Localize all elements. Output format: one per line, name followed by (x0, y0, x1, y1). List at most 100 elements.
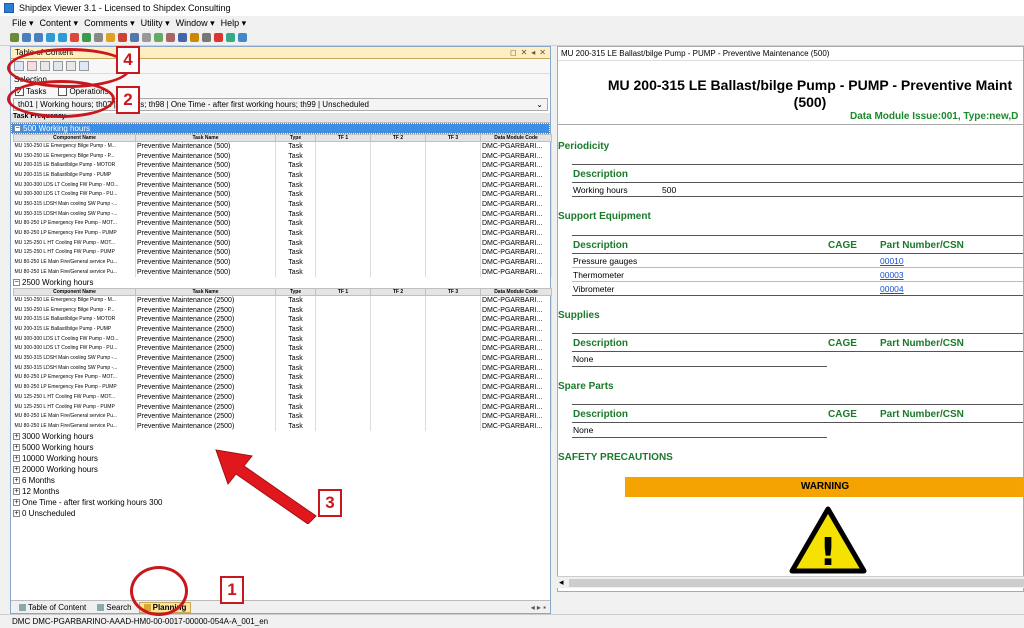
table-row[interactable]: MU 80-250 LE Main Fire/General service P… (13, 267, 552, 278)
tree-group[interactable]: −2500 Working hours (11, 277, 550, 288)
list-icon[interactable] (178, 33, 187, 42)
table-cell (425, 363, 481, 374)
panel-close-button[interactable]: ✕ (521, 48, 528, 57)
column-header[interactable]: Task Name (135, 288, 276, 297)
folder-icon[interactable] (106, 33, 115, 42)
panel-menu-button[interactable]: ◂ (531, 48, 535, 57)
menu-utility[interactable]: Utility ▾ (141, 18, 170, 29)
menu-comments[interactable]: Comments ▾ (84, 18, 135, 29)
support-row-part-link[interactable]: 00003 (880, 270, 904, 280)
table-row[interactable]: MU 350-315 LDSH Main cooling SW Pump -..… (13, 209, 552, 219)
document-horizontal-scrollbar[interactable]: ◂ (557, 576, 1024, 588)
menu-content[interactable]: Content ▾ (40, 18, 79, 29)
table-row[interactable]: MU 150-250 LE Emergency Bilge Pump - P..… (13, 305, 552, 315)
scroll-left-icon[interactable]: ◂ (559, 577, 564, 587)
column-header[interactable]: TF 3 (425, 288, 481, 297)
back-arrow-icon[interactable] (46, 33, 55, 42)
tree-group[interactable]: −500 Working hours (11, 123, 550, 134)
document-tab[interactable]: MU 200-315 LE Ballast/bilge Pump - PUMP … (558, 47, 1023, 61)
table-row[interactable]: MU 80-250 LP Emergency Fire Pump - MOT..… (13, 373, 552, 383)
table-row[interactable]: MU 125-250 L HT Cooling FW Pump - MOT...… (13, 392, 552, 403)
divider (558, 124, 1023, 125)
link-icon[interactable] (130, 33, 139, 42)
table-row[interactable]: MU 150-250 LE Emergency Bilge Pump - M..… (13, 295, 552, 306)
table-row[interactable]: MU 350-315 LDSH Main cooling SW Pump -..… (13, 363, 552, 374)
settings-icon[interactable] (202, 33, 211, 42)
table-row[interactable]: MU 300-300 LDS LT Cooling FW Pump - MO..… (13, 334, 552, 345)
stop-icon[interactable] (70, 33, 79, 42)
collapse-icon[interactable]: − (13, 279, 20, 287)
zoom-in-icon[interactable] (22, 33, 31, 42)
tab-navigation[interactable]: ◂ ▸ ▪ (531, 603, 546, 612)
column-header[interactable]: Data Module Code (480, 288, 552, 297)
table-row[interactable]: MU 300-300 LDS LT Cooling FW Pump - MO..… (13, 180, 552, 190)
tab-search[interactable]: Search (93, 603, 135, 612)
print-icon[interactable] (94, 33, 103, 42)
table-row[interactable]: MU 125-250 L HT Cooling FW Pump - PUMP Pr… (13, 402, 552, 412)
home-icon[interactable] (10, 33, 19, 42)
table-row[interactable]: MU 200-315 LE Ballast/bilge Pump - MOTOR… (13, 160, 552, 171)
expand-icon[interactable]: + (13, 444, 20, 452)
table-row[interactable]: MU 125-250 L HT Cooling FW Pump - PUMP Pr… (13, 248, 552, 258)
column-header[interactable]: TF 1 (315, 288, 371, 297)
column-header[interactable]: TF 1 (315, 134, 371, 142)
table-row[interactable]: MU 80-250 LP Emergency Fire Pump - PUMP P… (13, 228, 552, 239)
bookmark-icon[interactable] (118, 33, 127, 42)
column-header[interactable]: TF 2 (370, 288, 426, 297)
tree-group[interactable]: +3000 Working hours (11, 431, 550, 442)
table-row[interactable]: MU 300-300 LDS LT Cooling FW Pump - PU..… (13, 344, 552, 354)
zoom-out-icon[interactable] (34, 33, 43, 42)
support-row-part-link[interactable]: 00004 (880, 284, 904, 294)
table-cell (315, 257, 371, 268)
table-row[interactable]: MU 150-250 LE Emergency Bilge Pump - M..… (13, 141, 552, 152)
table-row[interactable]: MU 80-250 LP Emergency Fire Pump - PUMP P… (13, 382, 552, 393)
note-icon[interactable] (166, 33, 175, 42)
table-row[interactable]: MU 80-250 LE Main Fire/General service P… (13, 411, 552, 422)
menu-file[interactable]: File ▾ (12, 18, 34, 29)
forward-arrow-icon[interactable] (58, 33, 67, 42)
comment-icon[interactable] (154, 33, 163, 42)
table-row[interactable]: MU 80-250 LE Main Fire/General service P… (13, 257, 552, 268)
table-row[interactable]: MU 200-315 LE Ballast/bilge Pump - PUMP P… (13, 170, 552, 181)
scrollbar-thumb[interactable] (569, 579, 1024, 587)
column-header[interactable]: Type (275, 134, 316, 142)
support-row-part-link[interactable]: 00010 (880, 256, 904, 266)
table-row[interactable]: MU 300-300 LDS LT Cooling FW Pump - PU..… (13, 189, 552, 200)
column-header[interactable]: Component Name (13, 134, 136, 142)
menu-help[interactable]: Help ▾ (221, 18, 247, 29)
expand-icon[interactable]: + (13, 433, 20, 441)
table-row[interactable]: MU 150-250 LE Emergency Bilge Pump - P..… (13, 151, 552, 161)
expand-icon[interactable]: + (13, 510, 20, 518)
star-icon[interactable] (190, 33, 199, 42)
record-icon[interactable] (214, 33, 223, 42)
help-icon[interactable] (238, 33, 247, 42)
table-row[interactable]: MU 200-315 LE Ballast/bilge Pump - PUMP P… (13, 324, 552, 335)
column-header[interactable]: TF 3 (425, 134, 481, 142)
table-row[interactable]: MU 80-250 LE Main Fire/General service P… (13, 421, 552, 432)
collapse-icon[interactable]: − (14, 125, 21, 132)
expand-icon[interactable]: + (13, 488, 20, 496)
expand-icon[interactable]: + (13, 455, 20, 463)
column-header[interactable]: Task Name (135, 134, 276, 142)
refresh-icon[interactable] (82, 33, 91, 42)
menu-window[interactable]: Window ▾ (176, 18, 215, 29)
expand-icon[interactable]: + (13, 499, 20, 507)
column-header[interactable]: Data Module Code (480, 134, 552, 142)
expand-icon[interactable]: + (13, 477, 20, 485)
tab-table-of-content[interactable]: Table of Content (15, 603, 90, 612)
export-icon[interactable] (226, 33, 235, 42)
table-cell: MU 125-250 L HT Cooling FW Pump - MOT... (13, 392, 136, 403)
column-header[interactable]: TF 2 (370, 134, 426, 142)
column-header[interactable]: Type (275, 288, 316, 297)
table-cell: Preventive Maintenance (2500) (135, 295, 276, 306)
panel-restore-button[interactable]: ◻ (510, 48, 517, 57)
column-header[interactable]: Component Name (13, 288, 136, 297)
panel-dismiss-button[interactable]: ✕ (539, 48, 546, 57)
table-row[interactable]: MU 200-315 LE Ballast/bilge Pump - MOTOR… (13, 315, 552, 325)
table-row[interactable]: MU 350-315 LDSH Main cooling SW Pump -..… (13, 199, 552, 210)
table-row[interactable]: MU 80-250 LP Emergency Fire Pump - MOT..… (13, 219, 552, 229)
expand-icon[interactable]: + (13, 466, 20, 474)
copy-icon[interactable] (142, 33, 151, 42)
table-row[interactable]: MU 350-315 LDSH Main cooling SW Pump -..… (13, 353, 552, 364)
table-row[interactable]: MU 125-250 L HT Cooling FW Pump - MOT...… (13, 238, 552, 249)
